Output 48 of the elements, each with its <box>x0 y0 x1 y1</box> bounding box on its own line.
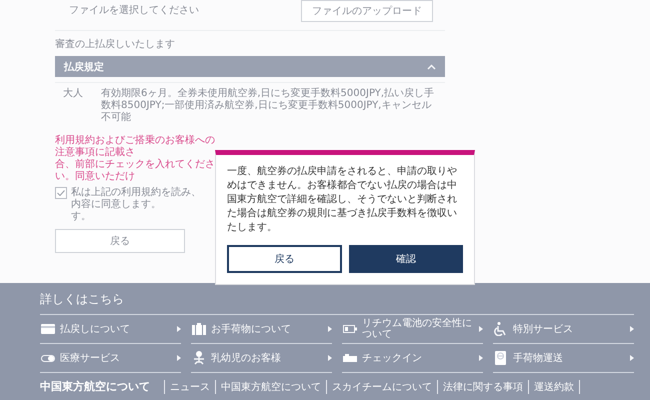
footer-link[interactable]: お手荷物について <box>211 324 323 334</box>
back-button[interactable]: 戻る <box>55 229 185 253</box>
arrow-icon <box>630 355 634 361</box>
footer-link[interactable]: 特別サービス <box>513 324 625 334</box>
footer-link[interactable]: 乳幼児のお客様 <box>211 352 323 364</box>
about-link[interactable]: 中国東方航空について <box>215 380 326 394</box>
upload-button[interactable]: ファイルのアップロード <box>301 0 433 22</box>
arrow-icon <box>479 326 483 332</box>
review-note: 審査の上払戻しいたします <box>55 38 176 52</box>
tag-icon <box>495 351 506 365</box>
arrow-icon <box>177 355 181 361</box>
passenger-type: 大人 <box>63 88 84 101</box>
about-title: 中国東方航空について <box>40 379 150 394</box>
check-icon <box>57 190 65 196</box>
wheelchair-icon <box>494 322 507 336</box>
battery-icon <box>342 325 356 333</box>
arrow-icon <box>328 326 332 332</box>
rule-text: 有効期限6ヶ月。全券未使用航空券,日にち変更手数料5000JPY,払い戻し手数料8500JPY;一部使用済み航空券,日にち変更手数料5000JPY,キャンセル不可能 <box>101 88 436 124</box>
footer-link[interactable]: リチウム電池の安全性について <box>362 318 474 340</box>
accordion-header[interactable]: 払戻規定 <box>55 56 445 77</box>
about-link[interactable]: ニュース <box>164 380 215 394</box>
about-link[interactable]: スカイチームについて <box>326 380 437 394</box>
agreement-text: す。 <box>71 211 92 223</box>
notice-text: 利用規約およびご搭乗のお客様への注意事項に記載さ <box>55 135 216 158</box>
arrow-icon <box>177 326 181 332</box>
notice-text: 合、前部にチェックを入れてください。同意いただけ <box>55 159 216 183</box>
footer-link[interactable]: チェックイン <box>362 352 474 364</box>
about-link[interactable]: 運送約款 <box>528 380 580 394</box>
agreement-text: 私は上記の利用規約を読み、内容に同意します。 <box>71 187 202 211</box>
baby-icon <box>192 351 204 365</box>
luggage-icon <box>192 323 206 335</box>
agreement-checkbox[interactable] <box>55 187 67 199</box>
arrow-icon <box>328 355 332 361</box>
arrow-icon <box>479 355 483 361</box>
footer-link[interactable]: 手荷物運送 <box>513 352 625 364</box>
arrow-icon <box>630 326 634 332</box>
ticket-icon <box>342 354 356 362</box>
capsule-icon <box>40 354 54 362</box>
confirm-button[interactable]: 確認 <box>348 245 463 273</box>
about-link[interactable]: 法律に関する事項 <box>437 380 528 394</box>
footer-link[interactable]: 医療サービス <box>60 352 172 364</box>
footer-link[interactable]: 払戻しについて <box>60 324 172 334</box>
footer-title: 詳しくはこちら <box>40 291 634 315</box>
chevron-up-icon <box>427 64 436 70</box>
dialog-message: 一度、航空券の払戻申請をされると、申請の取りやめはできません。お客様都合でない払戻の場合は中国東方航空で詳細を確認し、そうでないと判断された場合は航空券の規則に基づき払戻手数料を徴収いたします。 <box>227 165 458 235</box>
card-icon <box>40 324 54 334</box>
back-button[interactable]: 戻る <box>227 245 342 273</box>
upload-hint: ファイルを選択してください <box>69 4 199 17</box>
